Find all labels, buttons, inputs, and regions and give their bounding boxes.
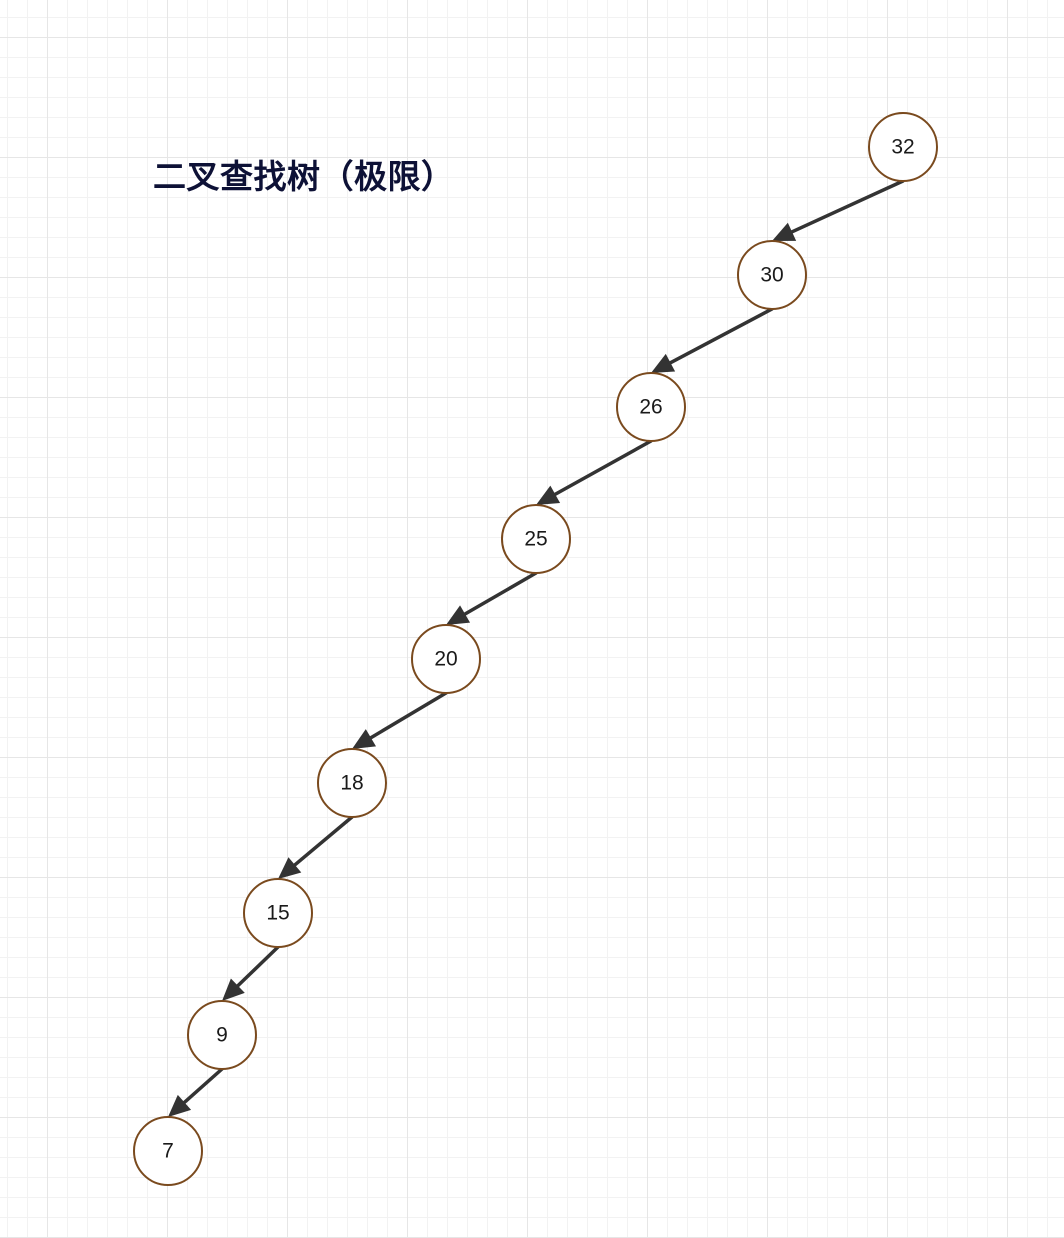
edge-n30-n26 bbox=[666, 307, 774, 366]
tree-node-18: 18 bbox=[317, 748, 387, 818]
tree-node-26: 26 bbox=[616, 372, 686, 442]
tree-node-25: 25 bbox=[501, 504, 571, 574]
tree-node-32: 32 bbox=[868, 112, 938, 182]
tree-node-20: 20 bbox=[411, 624, 481, 694]
arrowhead-n18 bbox=[352, 729, 377, 749]
edge-n9-n7 bbox=[181, 1067, 224, 1106]
tree-node-15: 15 bbox=[243, 878, 313, 948]
edge-n25-n20 bbox=[461, 571, 538, 617]
edge-n15-n9 bbox=[234, 945, 280, 989]
node-label: 9 bbox=[216, 1024, 228, 1047]
edge-n32-n30 bbox=[788, 179, 905, 235]
diagram-canvas: 二叉查找树（极限） 32 30 26 25 20 18 15 9 7 bbox=[0, 0, 1064, 1238]
node-label: 32 bbox=[891, 136, 914, 159]
tree-node-7: 7 bbox=[133, 1116, 203, 1186]
edge-n26-n25 bbox=[551, 439, 653, 498]
node-label: 30 bbox=[760, 264, 783, 287]
node-label: 25 bbox=[524, 528, 547, 551]
edge-n20-n18 bbox=[367, 691, 448, 741]
nodes: 32 30 26 25 20 18 15 9 7 bbox=[133, 112, 938, 1186]
node-label: 15 bbox=[266, 902, 289, 925]
node-label: 7 bbox=[162, 1140, 174, 1163]
node-label: 26 bbox=[639, 396, 662, 419]
binary-search-tree: 32 30 26 25 20 18 15 9 7 bbox=[133, 112, 938, 1186]
tree-node-9: 9 bbox=[187, 1000, 257, 1070]
node-label: 20 bbox=[434, 648, 457, 671]
edges bbox=[168, 179, 905, 1117]
edge-n18-n15 bbox=[291, 815, 354, 868]
node-label: 18 bbox=[340, 772, 363, 795]
tree-node-30: 30 bbox=[737, 240, 807, 310]
